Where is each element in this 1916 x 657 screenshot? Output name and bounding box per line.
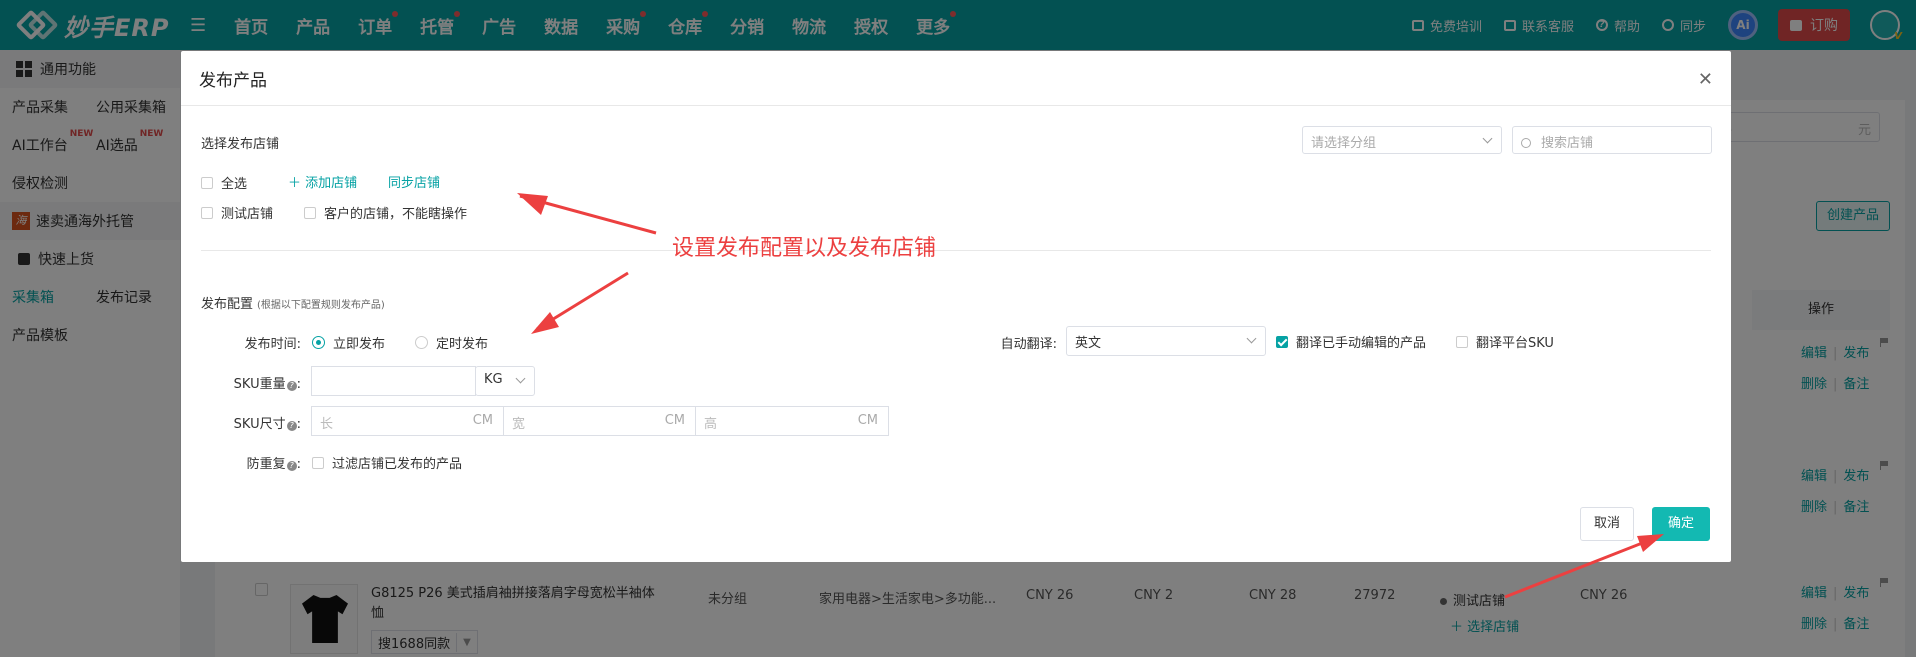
confirm-button[interactable]: 确定 (1652, 507, 1710, 541)
publish-scheduled-radio[interactable]: 定时发布 (415, 333, 488, 352)
sku-height-input[interactable]: 高 CM (695, 406, 889, 436)
cancel-button[interactable]: 取消 (1580, 507, 1634, 541)
close-icon[interactable]: ✕ (1698, 69, 1713, 90)
sku-weight-input[interactable] (311, 366, 476, 396)
sync-shop-link[interactable]: 同步店铺 (388, 172, 440, 191)
dialog-title: 发布产品 (199, 70, 267, 91)
section-divider (201, 250, 1711, 251)
shop-search-input[interactable]: 搜索店铺 (1512, 126, 1712, 154)
publish-product-dialog: 发布产品 ✕ 选择发布店铺 请选择分组 搜索店铺 全选 ＋ 添加店铺 同步店铺 … (181, 51, 1731, 562)
annotation-text: 设置发布配置以及发布店铺 (672, 236, 937, 261)
dedup-checkbox[interactable]: 过滤店铺已发布的产品 (312, 453, 462, 472)
chevron-down-icon (1246, 333, 1257, 344)
add-shop-link[interactable]: ＋ 添加店铺 (288, 172, 357, 191)
dialog-header: 发布产品 ✕ (181, 51, 1731, 106)
translate-sku-checkbox[interactable]: 翻译平台SKU (1456, 332, 1554, 351)
group-select[interactable]: 请选择分组 (1302, 126, 1502, 154)
weight-unit-select[interactable]: KG (475, 366, 535, 396)
plus-icon: ＋ (288, 176, 302, 191)
sku-width-input[interactable]: 宽 CM (503, 406, 696, 436)
select-all-checkbox[interactable]: 全选 (201, 173, 247, 192)
sku-length-input[interactable]: 长 CM (311, 406, 504, 436)
search-icon (1521, 138, 1531, 148)
publish-config-title: 发布配置 (根据以下配置规则发布产品) (201, 297, 385, 312)
help-icon[interactable]: ? (286, 461, 297, 471)
shop-checkbox[interactable]: 测试店铺 (201, 203, 273, 222)
help-icon[interactable]: ? (286, 381, 297, 391)
help-icon[interactable]: ? (286, 421, 297, 431)
check-icon (1276, 335, 1288, 348)
publish-now-radio[interactable]: 立即发布 (312, 333, 385, 352)
sku-size-label: SKU尺寸?: (233, 417, 301, 432)
chevron-down-icon (1482, 133, 1493, 144)
translate-edited-checkbox[interactable]: 翻译已手动编辑的产品 (1276, 332, 1426, 351)
select-shop-section-title: 选择发布店铺 (201, 137, 280, 152)
shop-checkbox[interactable]: 客户的店铺，不能瞎操作 (304, 203, 467, 222)
auto-translate-label: 自动翻译: (1000, 337, 1057, 352)
chevron-down-icon (515, 373, 526, 384)
dedup-label: 防重复?: (246, 457, 301, 472)
publish-time-label: 发布时间: (244, 337, 301, 352)
sku-weight-label: SKU重量?: (233, 377, 301, 392)
translate-language-select[interactable]: 英文 (1066, 326, 1266, 356)
